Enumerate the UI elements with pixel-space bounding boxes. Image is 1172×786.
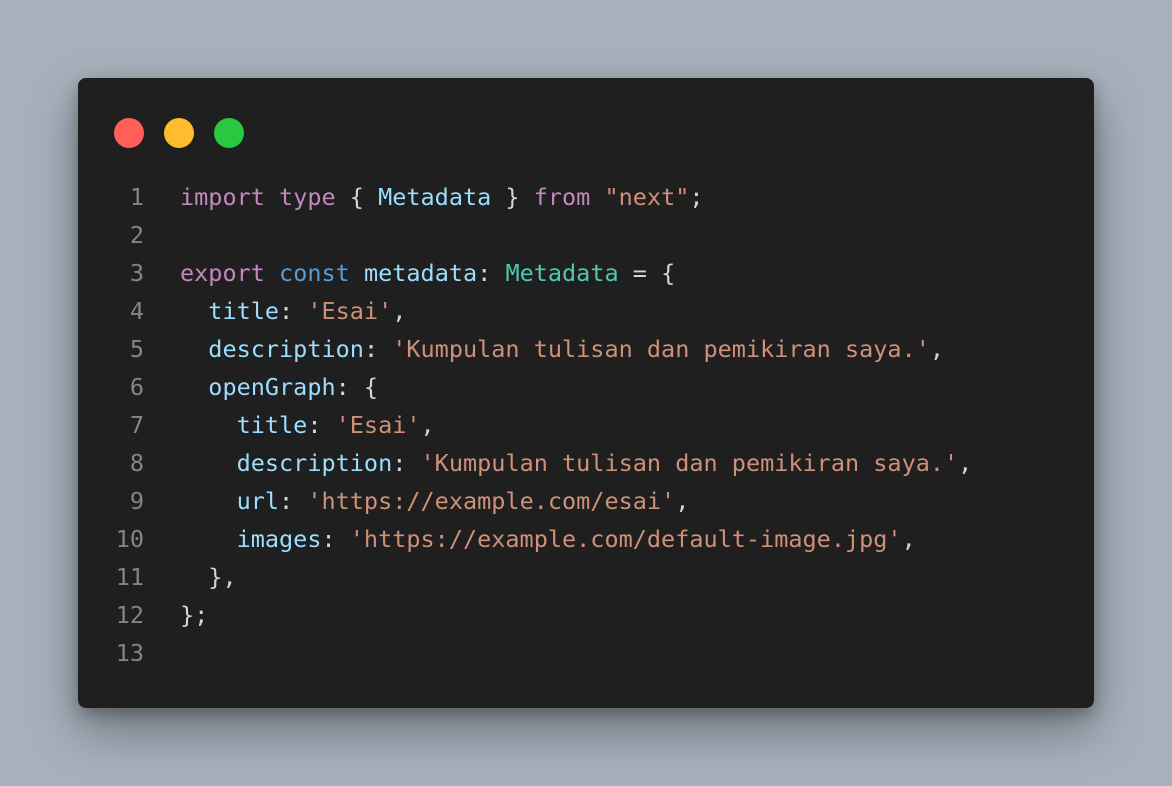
code-token-punctuation: : — [279, 297, 308, 325]
code-token-punctuation: : { — [335, 373, 379, 401]
line-number: 8 — [129, 449, 144, 477]
code-line: 10 images: 'https://example.com/default-… — [78, 520, 1094, 558]
code-token-punctuation: }, — [180, 563, 237, 591]
code-text: openGraph: { — [180, 368, 378, 406]
code-line: 11 }, — [78, 558, 1094, 596]
code-token-punctuation — [180, 297, 208, 325]
code-token-punctuation: : — [392, 449, 421, 477]
code-token-type: Metadata — [505, 259, 619, 287]
code-token-punctuation — [590, 183, 604, 211]
code-text: images: 'https://example.com/default-ima… — [180, 520, 916, 558]
maximize-dot-icon — [214, 118, 244, 148]
code-token-storage: const — [279, 259, 350, 287]
code-line: 9 url: 'https://example.com/esai', — [78, 482, 1094, 520]
code-token-keyword: type — [279, 183, 336, 211]
code-token-punctuation: : — [279, 487, 308, 515]
code-text: title: 'Esai', — [180, 292, 406, 330]
line-number: 5 — [129, 335, 144, 363]
code-token-punctuation: = { — [618, 259, 676, 287]
close-dot-icon — [114, 118, 144, 148]
code-token-punctuation: : — [477, 259, 506, 287]
code-token-punctuation: ; — [689, 183, 704, 211]
code-line: 13 — [78, 634, 1094, 672]
code-token-variable: openGraph — [208, 373, 336, 401]
code-token-punctuation: , — [420, 411, 435, 439]
line-number: 6 — [129, 373, 144, 401]
code-token-variable: Metadata — [378, 183, 492, 211]
code-line: 12}; — [78, 596, 1094, 634]
code-token-punctuation — [350, 259, 364, 287]
code-token-punctuation: }; — [180, 601, 209, 629]
code-token-punctuation — [265, 183, 279, 211]
code-token-variable: url — [236, 487, 280, 515]
code-text: description: 'Kumpulan tulisan dan pemik… — [180, 330, 944, 368]
code-token-punctuation: , — [901, 525, 916, 553]
code-token-punctuation — [180, 487, 237, 515]
code-token-keyword: import — [180, 183, 265, 211]
code-token-string: 'Kumpulan tulisan dan pemikiran saya.' — [392, 335, 930, 363]
code-line: 2 — [78, 216, 1094, 254]
minimize-dot-icon — [164, 118, 194, 148]
window-controls — [114, 118, 244, 148]
code-token-punctuation: : — [307, 411, 336, 439]
code-token-punctuation — [265, 259, 279, 287]
code-text: import type { Metadata } from "next"; — [180, 178, 704, 216]
code-window: 1 import type { Metadata } from "next"; 2 3… — [78, 78, 1094, 708]
code-text: title: 'Esai', — [180, 406, 435, 444]
code-text: export const metadata: Metadata = { — [180, 254, 675, 292]
code-token-string: 'https://example.com/default-image.jpg' — [349, 525, 902, 553]
code-token-variable: title — [236, 411, 308, 439]
code-token-punctuation: , — [958, 449, 973, 477]
code-token-punctuation — [180, 525, 237, 553]
code-text: description: 'Kumpulan tulisan dan pemik… — [180, 444, 973, 482]
code-text: }, — [180, 558, 237, 596]
code-token-punctuation — [180, 373, 208, 401]
code-line: 4 title: 'Esai', — [78, 292, 1094, 330]
code-text: }; — [180, 596, 208, 634]
code-token-keyword: export — [180, 259, 265, 287]
line-number: 1 — [129, 183, 144, 211]
line-number: 9 — [129, 487, 144, 515]
code-line: 7 title: 'Esai', — [78, 406, 1094, 444]
code-token-variable: title — [208, 297, 280, 325]
code-line: 6 openGraph: { — [78, 368, 1094, 406]
code-token-string: 'Esai' — [335, 411, 421, 439]
line-number: 2 — [129, 221, 144, 249]
code-token-punctuation: } — [491, 183, 534, 211]
code-token-punctuation: { — [335, 183, 379, 211]
code-token-punctuation: , — [392, 297, 407, 325]
code-token-variable: images — [236, 525, 322, 553]
code-token-variable: metadata — [363, 259, 478, 287]
code-token-punctuation — [180, 335, 208, 363]
line-number: 13 — [115, 639, 144, 667]
code-token-variable: description — [236, 449, 393, 477]
code-token-punctuation: : — [363, 335, 393, 363]
code-block: 1 import type { Metadata } from "next"; 2 3… — [78, 178, 1094, 672]
code-token-string: 'Kumpulan tulisan dan pemikiran saya.' — [420, 449, 959, 477]
code-token-punctuation: , — [675, 487, 690, 515]
code-token-variable: description — [208, 335, 364, 363]
code-line: 3 export const metadata: Metadata = { — [78, 254, 1094, 292]
code-line: 8 description: 'Kumpulan tulisan dan pem… — [78, 444, 1094, 482]
line-number: 7 — [129, 411, 144, 439]
line-number: 10 — [115, 525, 144, 553]
line-number: 11 — [115, 563, 144, 591]
code-token-keyword: from — [533, 183, 591, 211]
line-number: 12 — [115, 601, 144, 629]
line-number: 4 — [129, 297, 144, 325]
code-token-punctuation: : — [321, 525, 350, 553]
code-token-string: 'https://example.com/esai' — [307, 487, 676, 515]
code-token-punctuation — [180, 449, 237, 477]
code-line: 1 import type { Metadata } from "next"; — [78, 178, 1094, 216]
code-token-string: 'Esai' — [307, 297, 393, 325]
code-token-punctuation: , — [929, 335, 945, 363]
code-token-string: "next" — [604, 183, 690, 211]
line-number: 3 — [129, 259, 144, 287]
code-text: url: 'https://example.com/esai', — [180, 482, 690, 520]
code-token-punctuation — [180, 411, 237, 439]
code-line: 5 description: 'Kumpulan tulisan dan pem… — [78, 330, 1094, 368]
